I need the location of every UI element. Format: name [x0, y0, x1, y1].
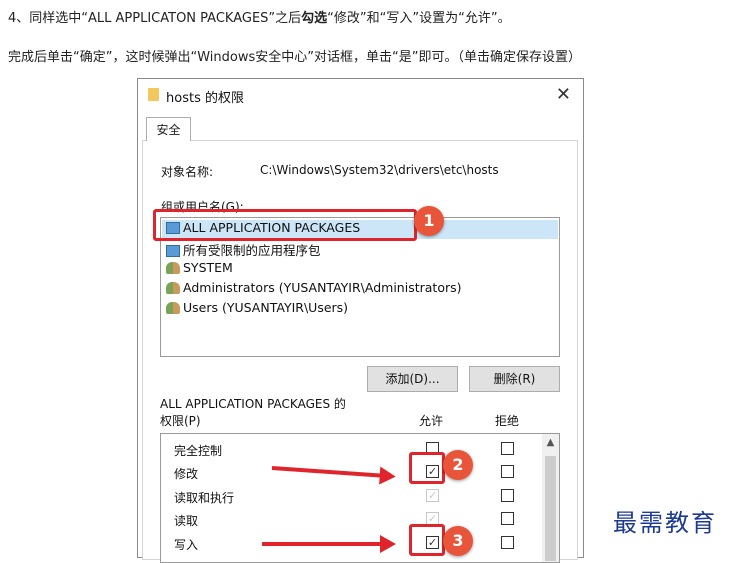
scrollbar-thumb[interactable]	[545, 456, 556, 561]
instruction-line-2: 完成后单击“确定”，这时候弹出“Windows安全中心”对话框，单击“是”即可。…	[8, 50, 581, 65]
permission-name: 修改	[174, 467, 199, 481]
list-item[interactable]: SYSTEM	[166, 260, 233, 279]
permissions-dialog: hosts 的权限 ✕ 安全 对象名称: C:\Windows\System32…	[137, 78, 584, 563]
user-group-icon	[166, 262, 180, 274]
highlight-box-2	[409, 452, 445, 484]
list-item[interactable]: Administrators (YUSANTAYIR\Administrator…	[166, 280, 462, 299]
file-icon	[148, 88, 159, 101]
allow-read-execute-checkbox: ✓	[426, 489, 439, 502]
permission-name: 完全控制	[174, 444, 223, 458]
deny-full-control-checkbox[interactable]	[501, 442, 514, 455]
user-group-icon	[166, 282, 180, 294]
list-item[interactable]: Users (YUSANTAYIR\Users)	[166, 300, 348, 319]
tab-security[interactable]: 安全	[146, 117, 191, 141]
permission-name: 写入	[174, 538, 199, 552]
instruction-step-4: 4、同样选中“ALL APPLICATON PACKAGES”之后勾选“修改”和…	[8, 7, 511, 26]
permission-name: 读取	[174, 514, 199, 528]
list-item-label: SYSTEM	[183, 260, 233, 275]
close-icon[interactable]: ✕	[556, 84, 571, 105]
list-item-label: Users (YUSANTAYIR\Users)	[183, 300, 349, 315]
deny-read-execute-checkbox[interactable]	[501, 489, 514, 502]
object-name-value: C:\Windows\System32\drivers\etc\hosts	[260, 163, 499, 177]
step-badge-1: 1	[414, 206, 444, 236]
deny-modify-checkbox[interactable]	[501, 465, 514, 478]
highlight-box-1	[153, 209, 417, 241]
list-item-label: Administrators (YUSANTAYIR\Administrator…	[183, 280, 462, 295]
watermark: 最需教育	[613, 509, 717, 537]
list-item-label: 所有受限制的应用程序包	[183, 243, 321, 258]
scroll-up-icon[interactable]: ▲	[542, 434, 559, 451]
add-button[interactable]: 添加(D)...	[367, 366, 458, 392]
arrow-icon	[262, 535, 396, 553]
dialog-titlebar: hosts 的权限 ✕	[138, 79, 583, 111]
list-item[interactable]: 所有受限制的应用程序包	[166, 240, 321, 259]
instruction-text-a: 4、同样选中“ALL APPLICATON PACKAGES”之后	[8, 11, 302, 26]
deny-column-header: 拒绝	[495, 414, 520, 428]
step-badge-2: 2	[443, 450, 473, 480]
object-name-label: 对象名称:	[161, 165, 214, 179]
permission-name: 读取和执行	[174, 491, 235, 505]
instruction-text-b: “修改”和“写入”设置为“允许”。	[327, 11, 511, 26]
step-badge-3: 3	[443, 526, 473, 556]
permissions-label: 权限(P)	[160, 414, 201, 428]
allow-column-header: 允许	[419, 414, 444, 428]
permissions-for-label: ALL APPLICATION PACKAGES 的	[160, 397, 346, 411]
highlight-box-3	[409, 524, 445, 556]
dialog-title: hosts 的权限	[166, 91, 244, 106]
package-group-icon	[166, 245, 180, 257]
deny-write-checkbox[interactable]	[501, 536, 514, 549]
user-group-icon	[166, 302, 180, 314]
deny-read-checkbox[interactable]	[501, 512, 514, 525]
instruction-bold-check: 勾选	[301, 11, 328, 26]
remove-button[interactable]: 删除(R)	[469, 366, 560, 392]
scrollbar[interactable]: ▲	[542, 434, 559, 562]
